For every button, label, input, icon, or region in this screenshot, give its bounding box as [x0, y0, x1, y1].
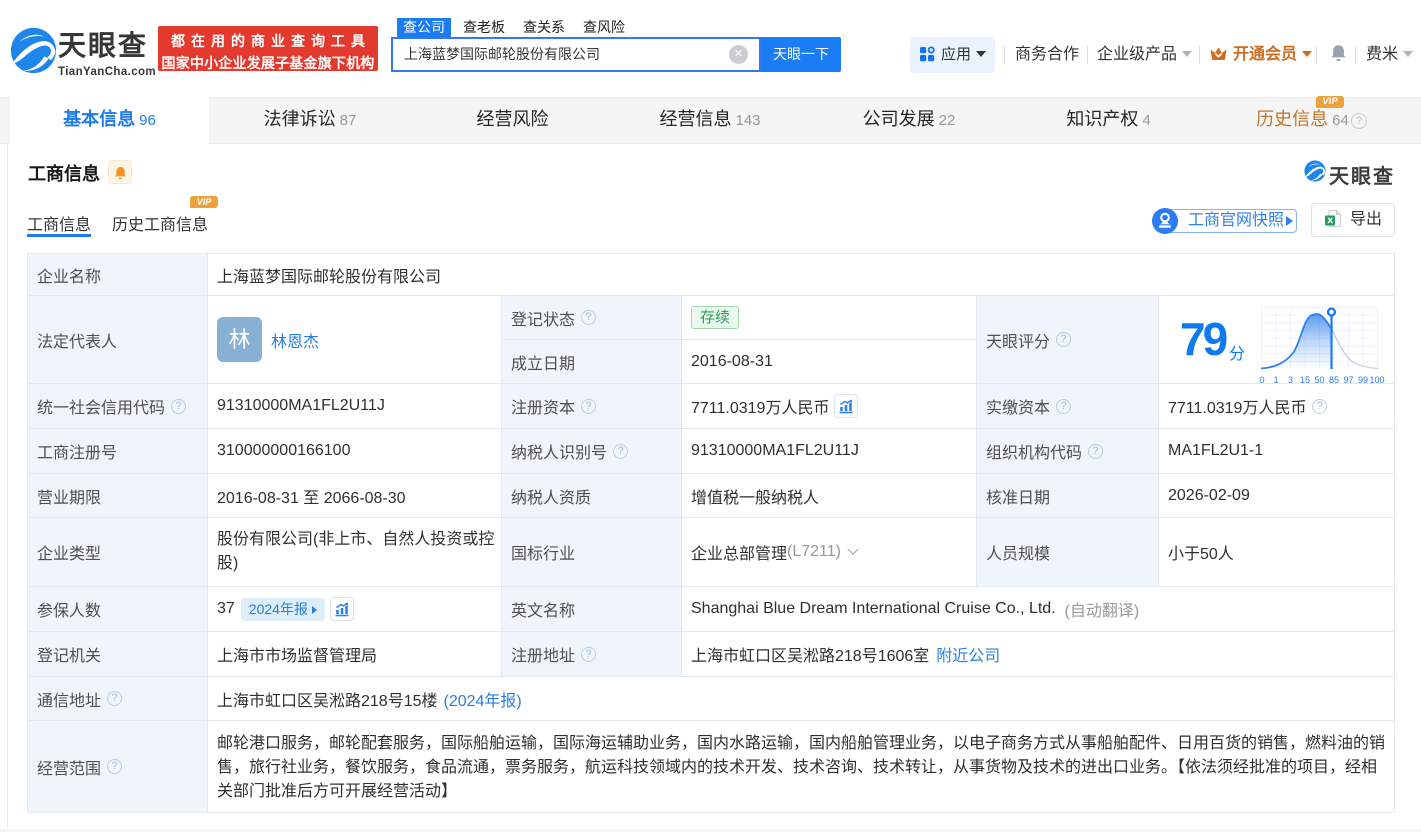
svg-text:1: 1 [1273, 375, 1278, 385]
svg-text:3: 3 [1288, 375, 1293, 385]
svg-text:99: 99 [1358, 375, 1368, 385]
svg-text:50: 50 [1314, 375, 1324, 385]
svg-text:15: 15 [1300, 375, 1310, 385]
svg-text:100: 100 [1369, 375, 1384, 385]
svg-text:97: 97 [1343, 375, 1353, 385]
svg-text:85: 85 [1329, 375, 1339, 385]
svg-text:0: 0 [1259, 375, 1264, 385]
